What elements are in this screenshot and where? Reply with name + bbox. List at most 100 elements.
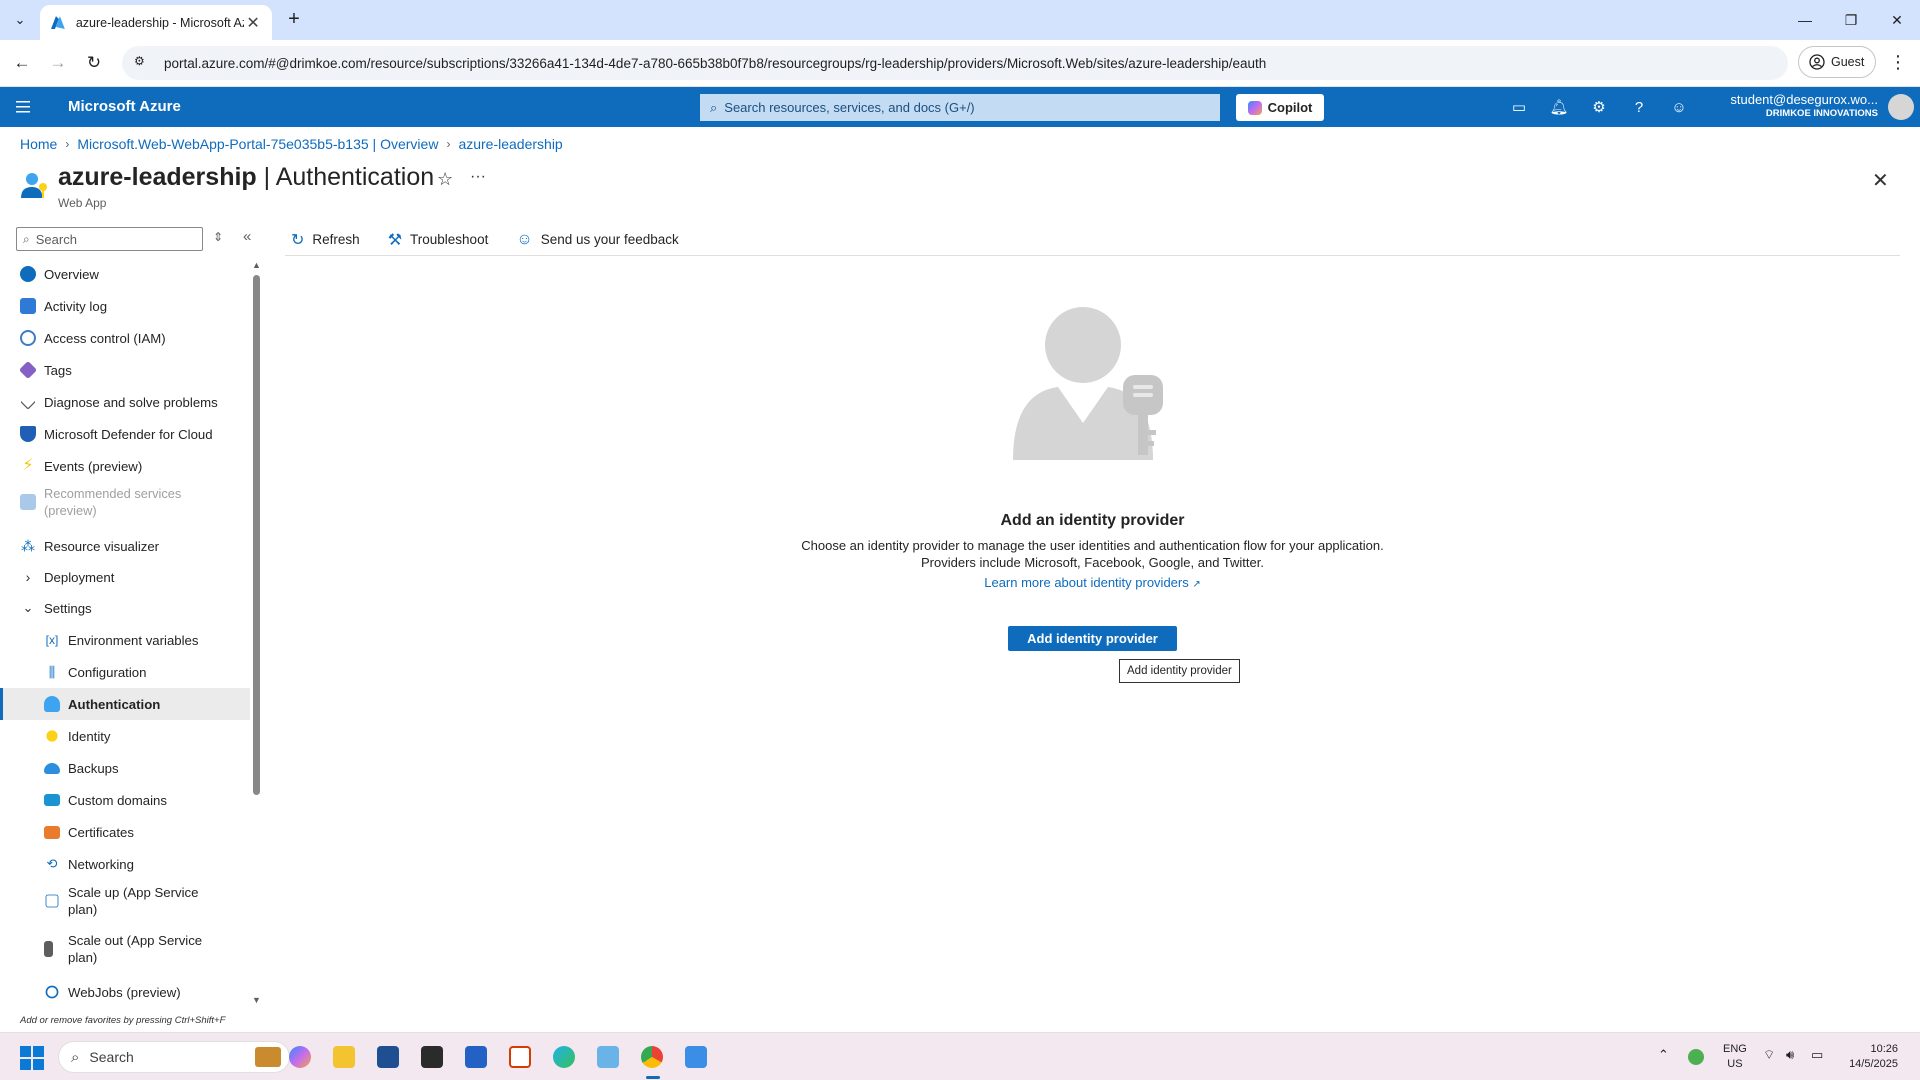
back-arrow-icon[interactable]: ←: [9, 50, 35, 76]
nav-item-label: Tags: [44, 362, 72, 378]
avatar[interactable]: [1888, 94, 1914, 120]
learn-more-link[interactable]: Learn more about identity providers ↗: [984, 575, 1201, 590]
breadcrumb-resource[interactable]: azure-leadership: [458, 136, 562, 152]
favorites-hint: Add or remove favorites by pressing Ctrl…: [20, 1015, 226, 1026]
profile-button[interactable]: Guest: [1798, 46, 1876, 78]
chrome-browser-icon[interactable]: [636, 1041, 668, 1073]
window-close-icon[interactable]: ✕: [1874, 0, 1920, 40]
region-code: US: [1727, 1058, 1743, 1070]
command-bar: ↻ Refresh ⚒ Troubleshoot ☺ Send us your …: [285, 224, 1900, 256]
restore-icon[interactable]: ❐: [1828, 0, 1874, 40]
nav-item-environment-variables[interactable]: [x] Environment variables: [0, 624, 250, 656]
refresh-button[interactable]: ↻ Refresh: [285, 230, 366, 250]
terminal-icon[interactable]: [416, 1041, 448, 1073]
site-info-icon[interactable]: ⚙: [134, 54, 152, 72]
battery-icon[interactable]: ▭: [1811, 1047, 1823, 1063]
add-identity-provider-button[interactable]: Add identity provider: [1008, 626, 1177, 651]
nav-item-scale-out[interactable]: Scale out (App Service plan): [0, 928, 250, 970]
user-org: DRIMKOE INNOVATIONS: [1765, 108, 1878, 119]
troubleshoot-button[interactable]: ⚒ Troubleshoot: [382, 230, 495, 250]
nav-item-identity[interactable]: Identity: [0, 720, 250, 752]
resource-type: Web App: [58, 196, 107, 210]
sort-icon[interactable]: ⇕: [213, 230, 223, 244]
breadcrumb-home[interactable]: Home: [20, 136, 57, 152]
nav-item-configuration[interactable]: ⫼ Configuration: [0, 656, 250, 688]
person-key-icon: [44, 696, 60, 712]
scroll-up-arrow-icon[interactable]: ▲: [252, 260, 261, 270]
settings-gear-icon[interactable]: ⚙: [1588, 96, 1610, 118]
global-search-input[interactable]: ⌕ Search resources, services, and docs (…: [700, 94, 1220, 121]
nav-item-diagnose[interactable]: Diagnose and solve problems: [0, 386, 250, 418]
nav-item-overview[interactable]: Overview: [0, 258, 250, 290]
file-explorer-icon[interactable]: [328, 1041, 360, 1073]
notifications-bell-icon[interactable]: 🔔︎: [1548, 96, 1570, 118]
forward-arrow-icon[interactable]: →: [45, 50, 71, 76]
windows-start-icon[interactable]: [20, 1046, 44, 1070]
browser-tab[interactable]: azure-leadership - Microsoft Azure ✕: [40, 5, 272, 40]
help-icon[interactable]: ?: [1628, 96, 1650, 118]
reload-icon[interactable]: ↻: [81, 50, 107, 76]
nav-item-authentication[interactable]: Authentication: [0, 688, 250, 720]
status-tray-icon[interactable]: [1688, 1049, 1704, 1065]
nav-item-tags[interactable]: Tags: [0, 354, 250, 386]
portal-menu-icon[interactable]: [14, 97, 34, 117]
office-icon[interactable]: [504, 1041, 536, 1073]
nav-search-input[interactable]: ⌕ Search: [16, 227, 203, 251]
wifi-icon[interactable]: ⌔: [1763, 1047, 1775, 1063]
nav-item-events[interactable]: ⚡ Events (preview): [0, 450, 250, 482]
browser-menu-icon[interactable]: ⋮: [1888, 52, 1908, 76]
nav-item-label: Diagnose and solve problems: [44, 394, 218, 410]
nav-item-iam[interactable]: Access control (IAM): [0, 322, 250, 354]
nav-item-defender[interactable]: Microsoft Defender for Cloud: [0, 418, 250, 450]
browser-toolbar: ← → ↻ ⚙ portal.azure.com/#@drimkoe.com/r…: [0, 40, 1920, 87]
nav-item-certificates[interactable]: Certificates: [0, 816, 250, 848]
remote-desktop-icon[interactable]: [592, 1041, 624, 1073]
chevron-right-icon: ›: [65, 137, 70, 151]
nav-item-backups[interactable]: Backups: [0, 752, 250, 784]
microsoft-store-icon[interactable]: [460, 1041, 492, 1073]
azure-brand[interactable]: Microsoft Azure: [68, 98, 181, 115]
nav-item-scale-up[interactable]: Scale up (App Service plan): [0, 880, 250, 922]
minimize-icon[interactable]: —: [1782, 0, 1828, 40]
new-tab-plus-icon[interactable]: +: [282, 8, 306, 32]
system-clock[interactable]: 10:26 14/5/2025: [1838, 1042, 1898, 1072]
empty-state-title: Add an identity provider: [1000, 512, 1185, 529]
address-bar[interactable]: ⚙ portal.azure.com/#@drimkoe.com/resourc…: [122, 46, 1788, 80]
scroll-down-arrow-icon[interactable]: ▼: [252, 995, 261, 1005]
nav-item-resource-visualizer[interactable]: ⁂ Resource visualizer: [0, 530, 250, 562]
input-language[interactable]: ENG US: [1723, 1042, 1747, 1072]
refresh-label: Refresh: [312, 232, 360, 247]
nav-item-deployment[interactable]: › Deployment: [0, 562, 250, 592]
cloud-shell-icon[interactable]: ▭: [1508, 96, 1530, 118]
nav-scrollbar-thumb[interactable]: [253, 275, 260, 795]
close-tab-icon[interactable]: ✕: [244, 13, 262, 33]
feedback-icon[interactable]: ☺: [1668, 96, 1690, 118]
more-options-icon[interactable]: ···: [470, 168, 486, 186]
edge-browser-icon[interactable]: [548, 1041, 580, 1073]
nav-item-webjobs[interactable]: WebJobs (preview): [0, 976, 250, 1008]
feedback-button[interactable]: ☺ Send us your feedback: [510, 231, 684, 249]
notepad-icon[interactable]: [680, 1041, 712, 1073]
show-hidden-icons-chevron-icon[interactable]: ⌃: [1658, 1047, 1669, 1063]
tab-search-chevron-icon[interactable]: ⌄: [8, 8, 32, 32]
collapse-nav-icon[interactable]: «: [243, 228, 251, 245]
taskbar-search-input[interactable]: ⌕ Search: [58, 1041, 290, 1073]
close-blade-icon[interactable]: ✕: [1872, 168, 1889, 193]
store-icon[interactable]: [372, 1041, 404, 1073]
nav-item-networking[interactable]: ⟲ Networking: [0, 848, 250, 880]
account-info[interactable]: student@desegurox.wo... DRIMKOE INNOVATI…: [1700, 92, 1878, 119]
copilot-app-icon[interactable]: [284, 1041, 316, 1073]
nav-item-activity-log[interactable]: Activity log: [0, 290, 250, 322]
favorite-star-icon[interactable]: ☆: [437, 169, 453, 190]
lightning-icon: ⚡: [22, 457, 34, 474]
nav-item-recommended-services[interactable]: Recommended services (preview): [0, 484, 250, 520]
nav-group-settings[interactable]: ⌄ Settings: [0, 592, 250, 624]
breadcrumb-deployment[interactable]: Microsoft.Web-WebApp-Portal-75e035b5-b13…: [77, 136, 438, 152]
nav-item-custom-domains[interactable]: Custom domains: [0, 784, 250, 816]
wrench-icon: [20, 394, 36, 410]
copilot-button[interactable]: Copilot: [1236, 94, 1324, 121]
tooltip: Add identity provider: [1119, 659, 1240, 683]
authentication-icon: [21, 173, 47, 198]
volume-icon[interactable]: 🔊︎: [1786, 1047, 1794, 1063]
nav-item-label: Environment variables: [68, 632, 199, 648]
